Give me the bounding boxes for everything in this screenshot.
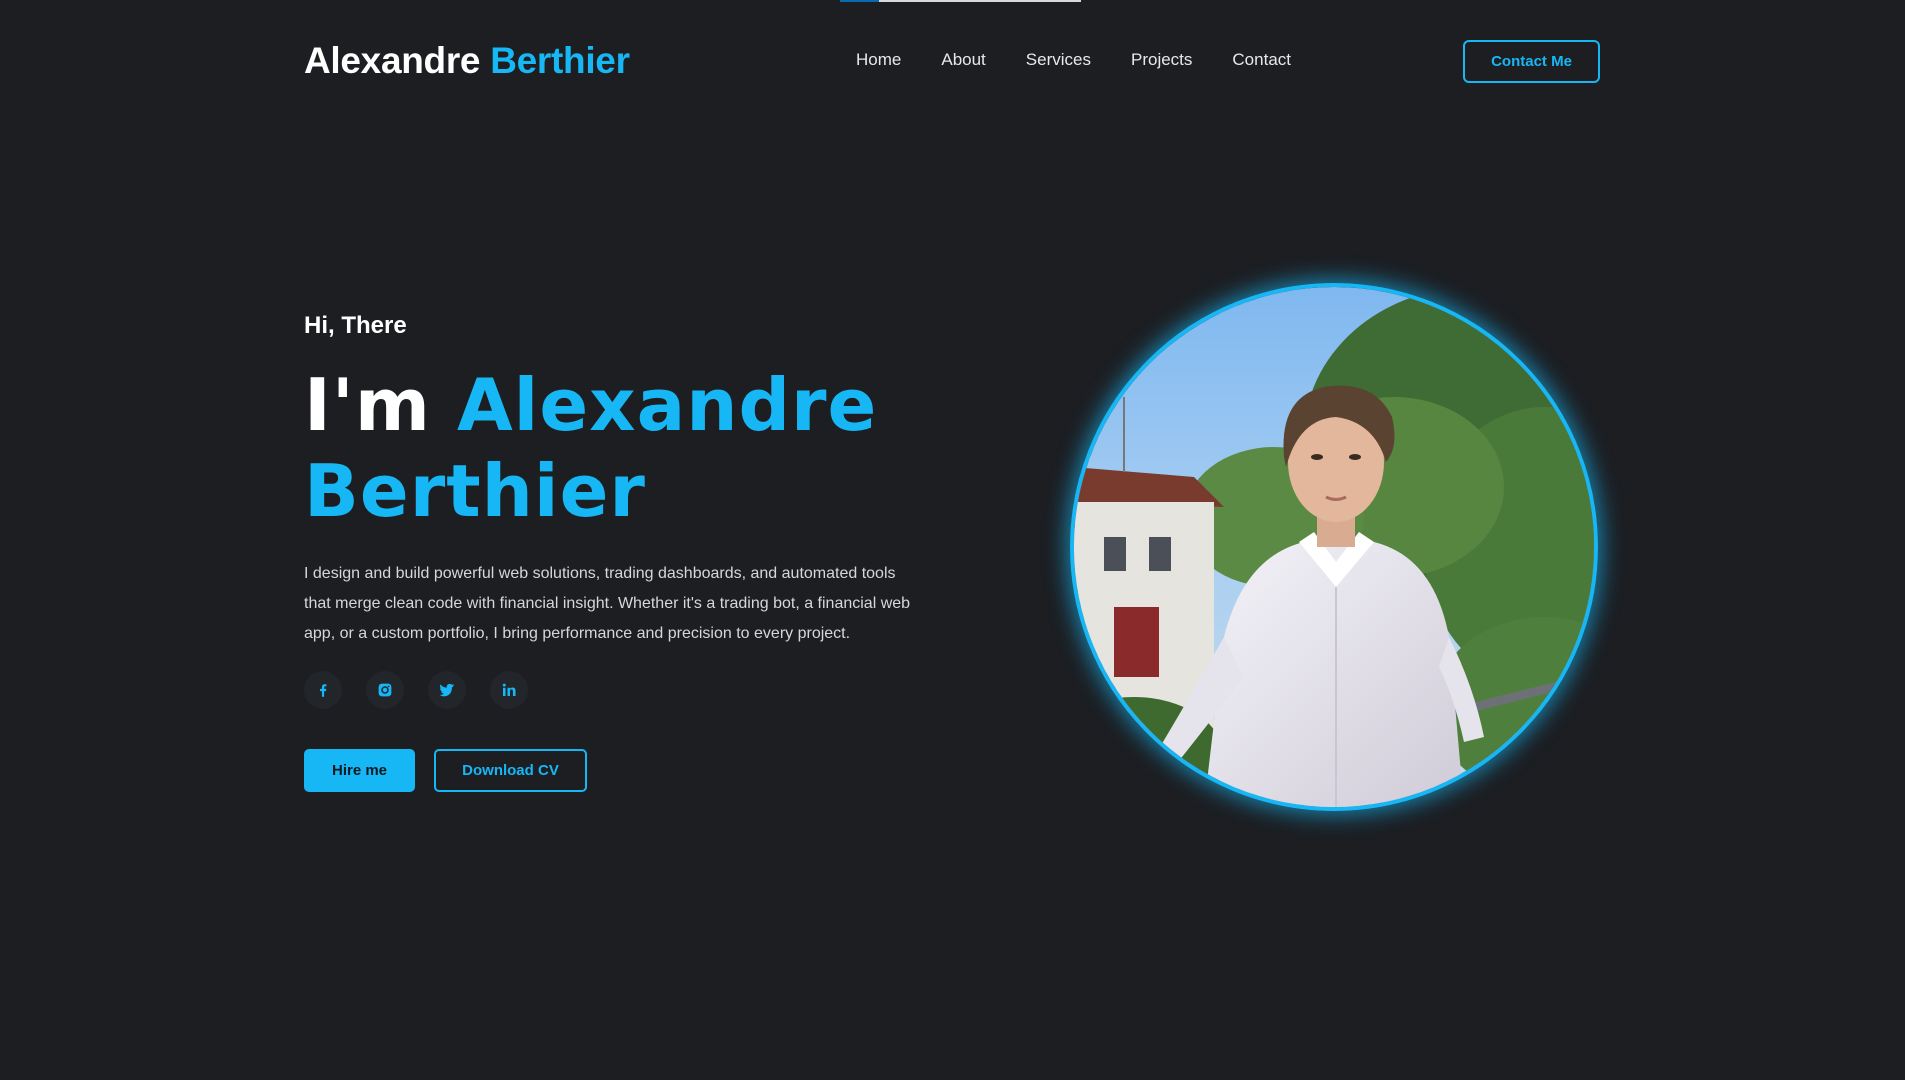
linkedin-icon bbox=[502, 683, 516, 696]
logo-last-name: Berthier bbox=[490, 40, 630, 81]
facebook-link[interactable] bbox=[304, 671, 342, 709]
site-header: Alexandre Berthier Home About Services P… bbox=[0, 0, 1905, 122]
profile-photo bbox=[1070, 283, 1598, 811]
contact-me-button[interactable]: Contact Me bbox=[1463, 40, 1600, 83]
logo-first-name: Alexandre bbox=[304, 40, 481, 81]
site-logo[interactable]: Alexandre Berthier bbox=[304, 40, 630, 82]
facebook-icon bbox=[320, 684, 327, 697]
hire-me-button[interactable]: Hire me bbox=[304, 749, 415, 792]
profile-photo-illustration bbox=[1074, 287, 1594, 807]
hero-headline: I'm Alexandre Berthier bbox=[304, 362, 944, 534]
hero-greeting: Hi, There bbox=[304, 312, 407, 339]
nav-projects-link[interactable]: Projects bbox=[1131, 50, 1192, 70]
headline-last-name: Berthier bbox=[304, 449, 646, 533]
twitter-link[interactable] bbox=[428, 671, 466, 709]
download-cv-button[interactable]: Download CV bbox=[434, 749, 587, 792]
headline-prefix: I'm bbox=[304, 363, 431, 447]
hero-actions: Hire me Download CV bbox=[304, 749, 944, 792]
instagram-link[interactable] bbox=[366, 671, 404, 709]
nav-home-link[interactable]: Home bbox=[856, 50, 901, 70]
twitter-icon bbox=[439, 683, 455, 697]
instagram-icon bbox=[378, 683, 392, 697]
headline-first-name: Alexandre bbox=[456, 363, 878, 447]
main-nav: Home About Services Projects Contact bbox=[856, 50, 1291, 70]
hero-intro: I design and build powerful web solution… bbox=[304, 565, 911, 642]
linkedin-link[interactable] bbox=[490, 671, 528, 709]
hero-section: Hi, There I'm Alexandre Berthier I desig… bbox=[304, 312, 944, 792]
nav-contact-link[interactable]: Contact bbox=[1232, 50, 1291, 70]
social-links bbox=[304, 671, 944, 709]
nav-services-link[interactable]: Services bbox=[1026, 50, 1091, 70]
nav-about-link[interactable]: About bbox=[941, 50, 985, 70]
